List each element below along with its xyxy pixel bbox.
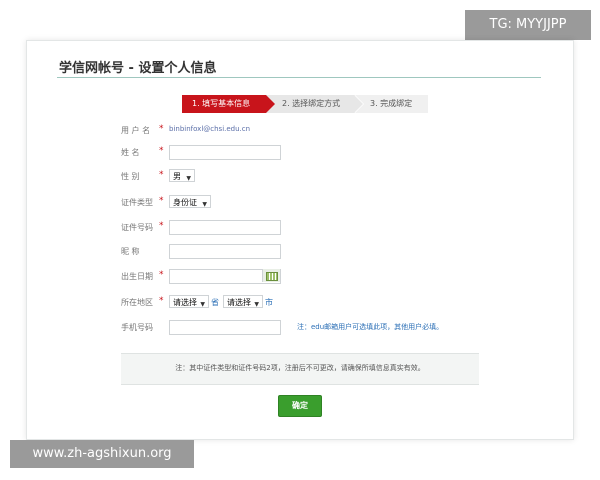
name-label: 姓 名	[121, 148, 140, 157]
chevron-down-icon: ▼	[254, 301, 259, 308]
chevron-down-icon: ▼	[186, 175, 191, 182]
region-row: 所在地区 * 请选择 ▼ 省 请选择 ▼ 市	[27, 295, 573, 311]
id-number-input[interactable]	[169, 220, 281, 235]
settings-panel: 学信网帐号 - 设置个人信息 1. 填写基本信息 2. 选择绑定方式 3. 完成…	[26, 40, 574, 440]
phone-input[interactable]	[169, 320, 281, 335]
required-mark: *	[159, 296, 164, 306]
required-mark: *	[159, 124, 164, 134]
region-label: 所在地区	[121, 298, 153, 307]
city-select[interactable]: 请选择 ▼	[223, 295, 263, 308]
id-number-row: 证件号码 *	[27, 220, 573, 236]
username-value: binbinfoxl@chsi.edu.cn	[169, 125, 251, 133]
required-mark: *	[159, 146, 164, 156]
notice-text: 注：其中证件类型和证件号码2项，注册后不可更改，请确保所填信息真实有效。	[175, 364, 425, 372]
chevron-down-icon: ▼	[200, 301, 205, 308]
province-unit: 省	[211, 298, 219, 307]
id-type-row: 证件类型 * 身份证 ▼	[27, 195, 573, 211]
province-value: 请选择	[173, 298, 197, 307]
id-number-label: 证件号码	[121, 223, 153, 232]
page-title: 学信网帐号 - 设置个人信息	[59, 61, 217, 76]
step-indicator: 1. 填写基本信息 2. 选择绑定方式 3. 完成绑定	[182, 95, 428, 113]
required-mark: *	[159, 270, 164, 280]
step-3: 3. 完成绑定	[354, 95, 428, 113]
nickname-row: 昵 称	[27, 244, 573, 260]
watermark-top: TG: MYYJJPP	[465, 10, 591, 40]
notice-box: 注：其中证件类型和证件号码2项，注册后不可更改，请确保所填信息真实有效。	[121, 353, 479, 385]
gender-select[interactable]: 男 ▼	[169, 169, 195, 182]
city-value: 请选择	[227, 298, 251, 307]
id-type-label: 证件类型	[121, 198, 153, 207]
province-select[interactable]: 请选择 ▼	[169, 295, 209, 308]
required-mark: *	[159, 196, 164, 206]
required-mark: *	[159, 221, 164, 231]
nickname-input[interactable]	[169, 244, 281, 259]
username-row: 用 户 名 * binbinfoxl@chsi.edu.cn	[27, 123, 573, 139]
step-1: 1. 填写基本信息	[182, 95, 275, 113]
name-row: 姓 名 *	[27, 145, 573, 161]
id-type-select[interactable]: 身份证 ▼	[169, 195, 211, 208]
phone-row: 手机号码 注：edu邮箱用户可选填此项，其他用户必填。	[27, 320, 573, 336]
title-divider	[57, 77, 541, 78]
chevron-down-icon: ▼	[202, 201, 207, 208]
step-2: 2. 选择绑定方式	[266, 95, 364, 113]
calendar-icon[interactable]	[262, 269, 280, 282]
birthdate-row: 出生日期 *	[27, 269, 573, 285]
birthdate-label: 出生日期	[121, 272, 153, 281]
phone-label: 手机号码	[121, 323, 153, 332]
watermark-bottom: www.zh-agshixun.org	[10, 440, 194, 468]
name-input[interactable]	[169, 145, 281, 160]
gender-label: 性 别	[121, 172, 140, 181]
gender-row: 性 别 * 男 ▼	[27, 169, 573, 185]
confirm-button[interactable]: 确定	[278, 395, 322, 417]
nickname-label: 昵 称	[121, 247, 140, 256]
gender-value: 男	[173, 172, 181, 181]
required-mark: *	[159, 170, 164, 180]
phone-hint: 注：edu邮箱用户可选填此项，其他用户必填。	[297, 323, 444, 331]
id-type-value: 身份证	[173, 198, 197, 207]
username-label: 用 户 名	[121, 126, 151, 135]
city-unit: 市	[265, 298, 273, 307]
